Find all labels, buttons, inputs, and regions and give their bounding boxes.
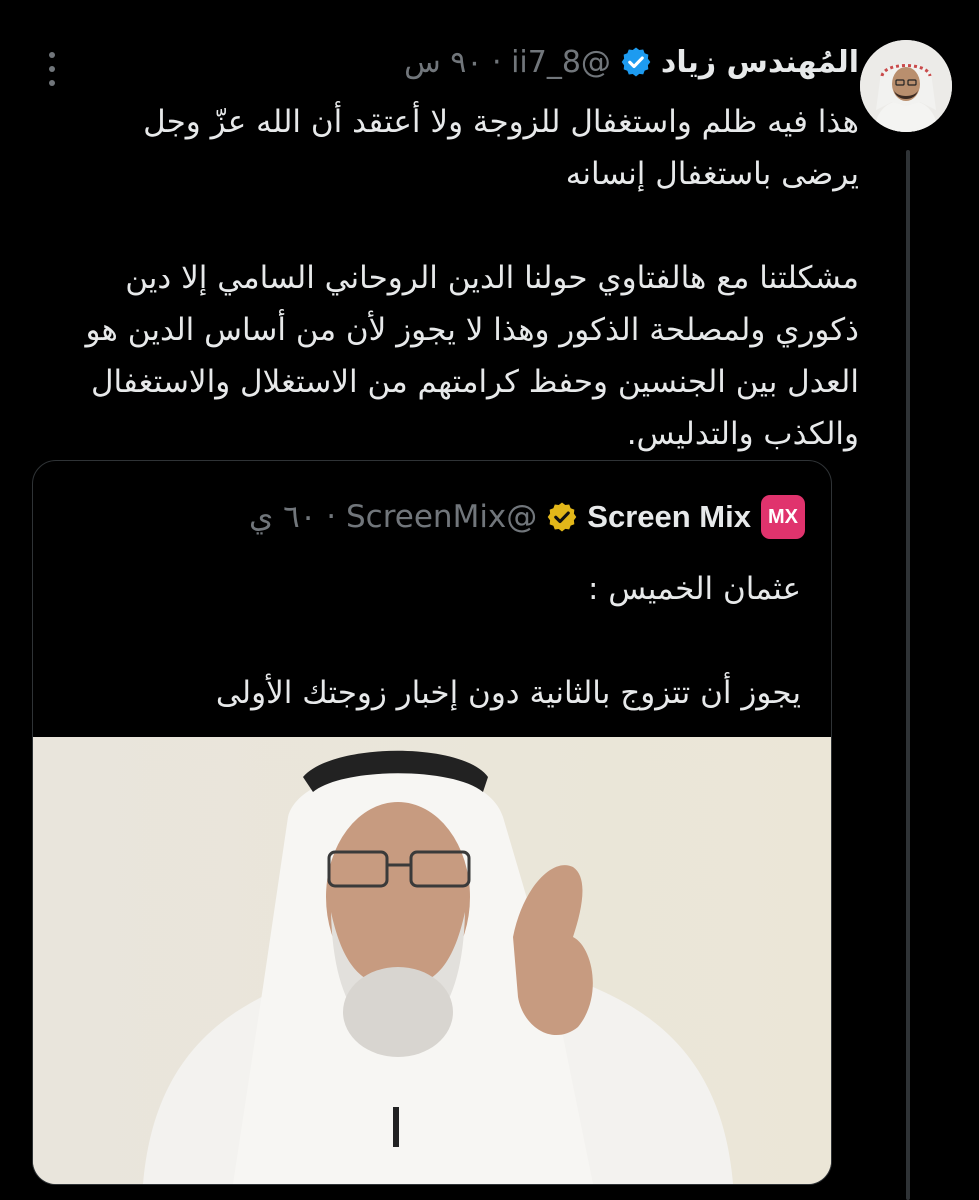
quoted-display-name[interactable]: Screen Mix [587,499,751,535]
thread-line [906,150,910,1200]
screen-mix-logo-icon: MX [761,495,805,539]
display-name[interactable]: المُهندس زياد [661,45,859,80]
quoted-tweet-header: MX Screen Mix @ScreenMix · ٦٠ ي [249,495,805,539]
verified-badge-icon [619,45,653,79]
quoted-time[interactable]: ٦٠ ي [249,499,316,535]
quoted-tweet[interactable]: MX Screen Mix @ScreenMix · ٦٠ ي عثمان ال… [32,460,832,1185]
gold-verified-badge-icon [545,500,579,534]
tweet-body: هذا فيه ظلم واستغفال للزوجة ولا أعتقد أن… [69,96,860,460]
tweet-paragraph-1: هذا فيه ظلم واستغفال للزوجة ولا أعتقد أن… [143,104,859,192]
quoted-line-1: عثمان الخميس : [587,571,801,607]
tweet-paragraph-2: مشكلتنا مع هالفتاوي حولنا الدين الروحاني… [85,260,860,452]
quoted-tweet-body: عثمان الخميس : يجوز أن تتزوج بالثانية دو… [61,563,801,719]
separator-dot: · [316,499,346,535]
separator-dot: · [482,44,512,80]
tweet-time[interactable]: ٩٠ س [404,45,482,80]
quoted-media-image[interactable] [33,737,831,1184]
tweet-header: المُهندس زياد @ii7_8 · ٩٠ س [404,40,859,84]
more-options-icon[interactable] [42,52,62,86]
tweet-handle[interactable]: @ii7_8 [511,45,611,80]
quoted-handle[interactable]: @ScreenMix [346,499,537,535]
quoted-line-2: يجوز أن تتزوج بالثانية دون إخبار زوجتك ا… [215,675,801,711]
avatar[interactable] [860,40,952,132]
